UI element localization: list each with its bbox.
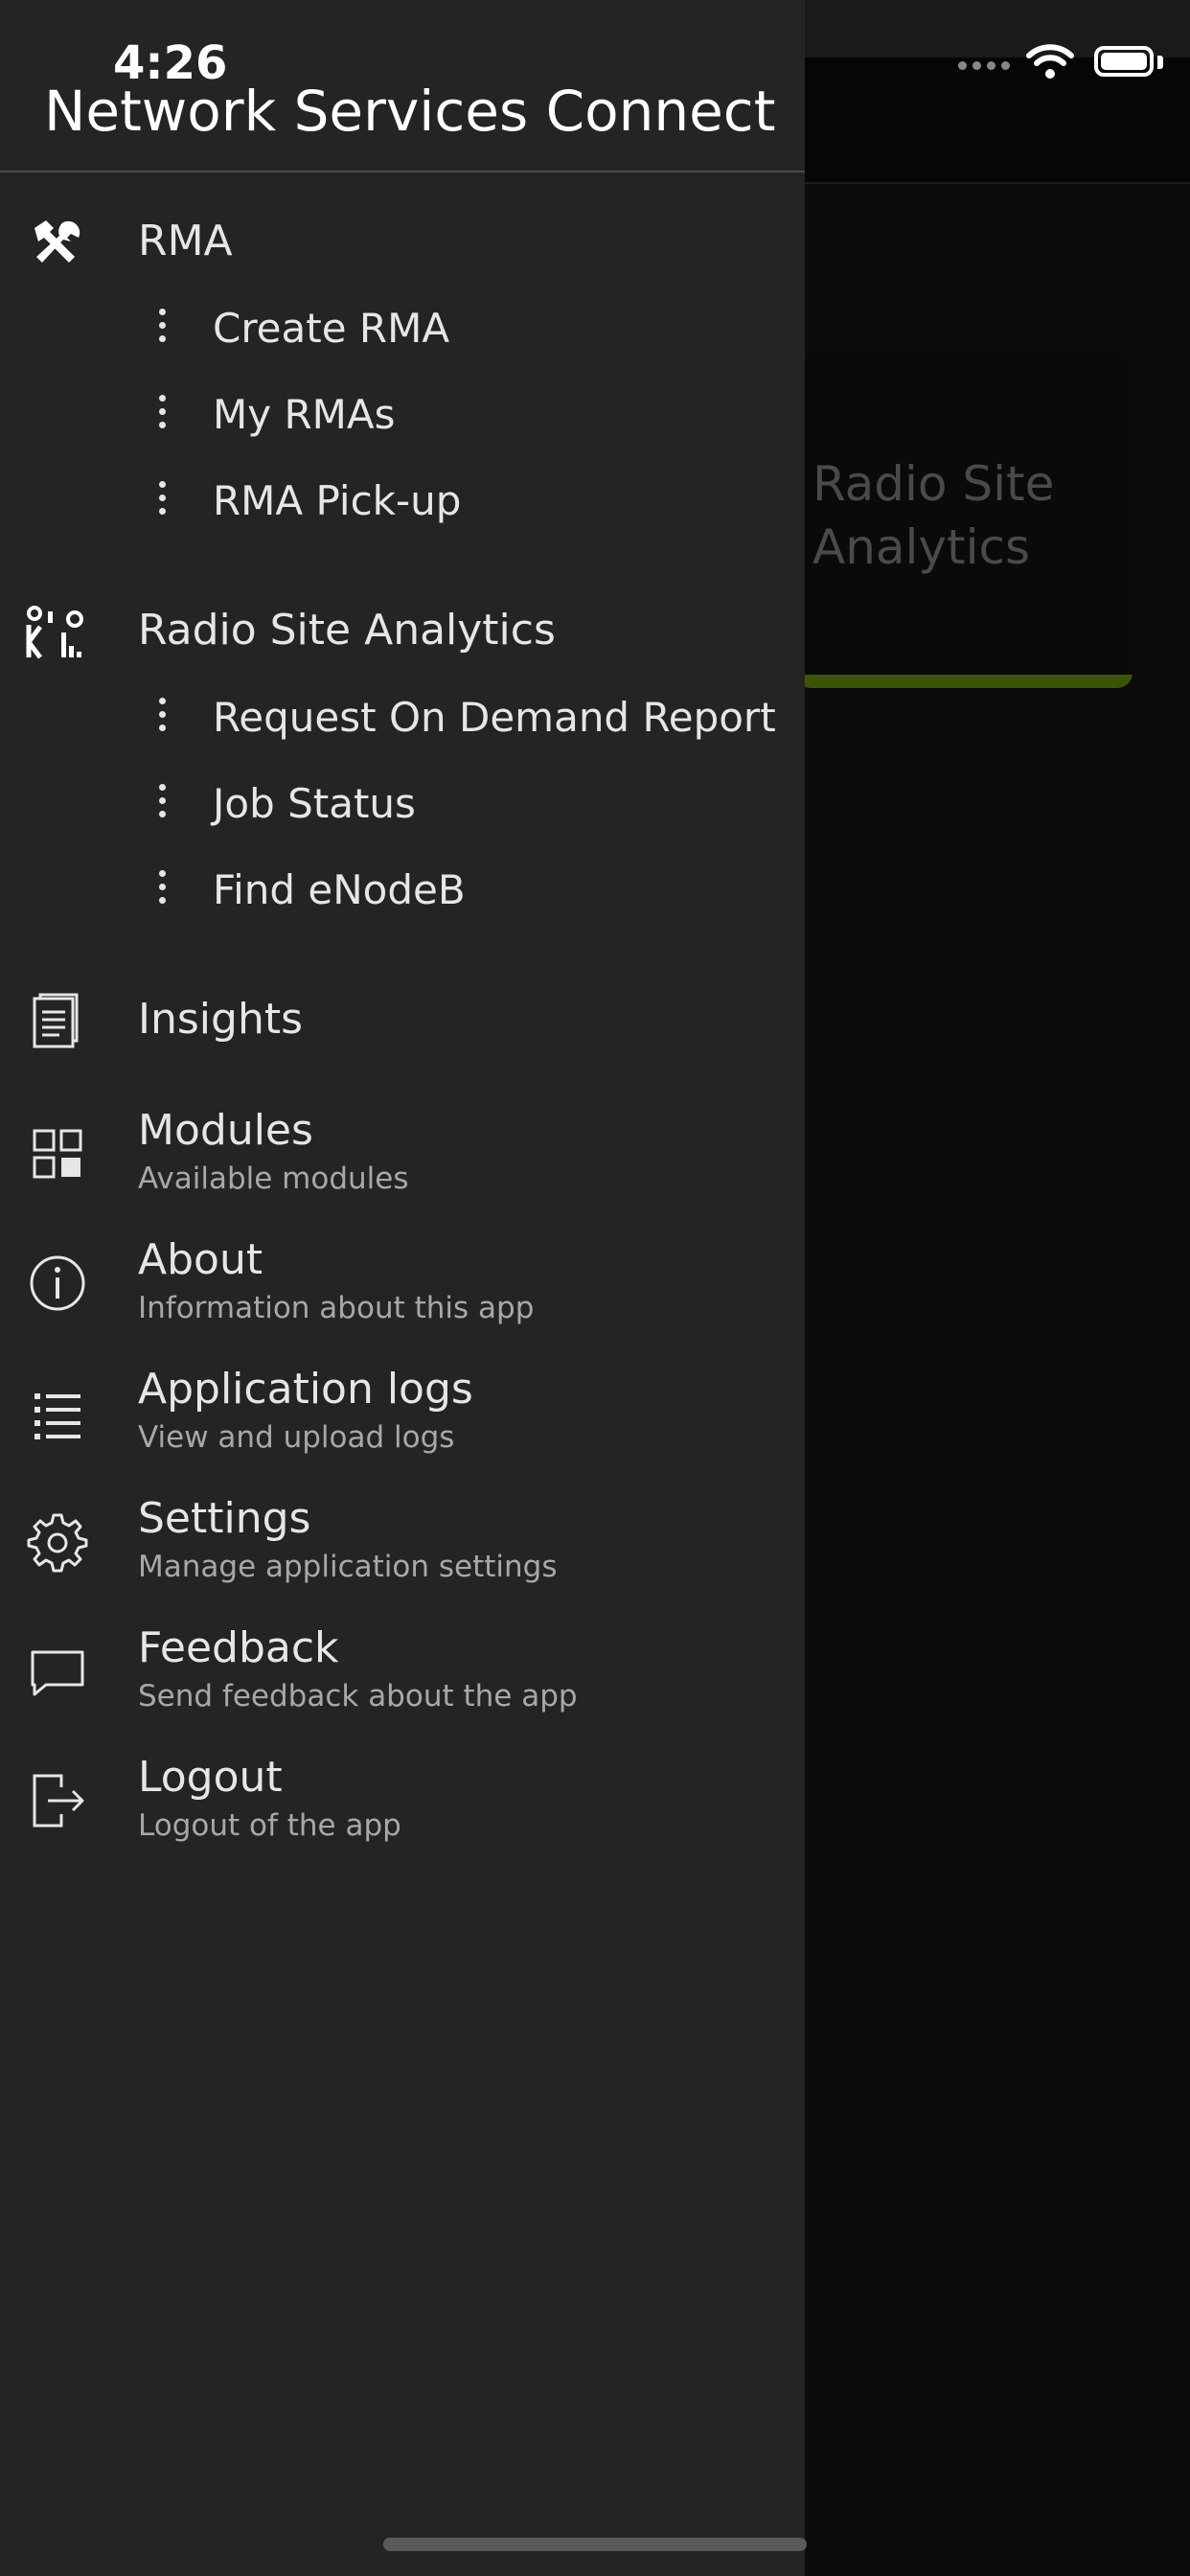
modules-title: Modules: [138, 1106, 313, 1155]
menu-item-job-status[interactable]: Job Status: [0, 772, 805, 859]
feedback-title: Feedback: [138, 1623, 339, 1672]
battery-icon: [1094, 46, 1154, 77]
home-indicator[interactable]: [383, 2538, 807, 2551]
menu-item-modules[interactable]: Modules Available modules: [0, 1100, 805, 1215]
feedback-subtitle: Send feedback about the app: [138, 1679, 578, 1714]
settings-subtitle: Manage application settings: [138, 1550, 558, 1584]
radio-site-analytics-section: Radio Site Analytics Request On Demand R…: [0, 581, 805, 945]
more-vertical-icon: [157, 870, 167, 908]
list-icon: [34, 1393, 80, 1439]
modules-grid-icon: [33, 1129, 82, 1179]
menu-item-feedback[interactable]: Feedback Send feedback about the app: [0, 1618, 805, 1733]
menu-item-create-rma[interactable]: Create RMA: [0, 297, 805, 383]
create-rma-label: Create RMA: [213, 305, 450, 352]
menu-item-logout[interactable]: Logout Logout of the app: [0, 1747, 805, 1862]
card-label: Radio Site Analytics: [812, 456, 1055, 575]
menu-item-find-enodeb[interactable]: Find eNodeB: [0, 859, 805, 945]
battery-tip: [1157, 56, 1163, 69]
chat-icon: [31, 1650, 84, 1696]
logout-title: Logout: [138, 1753, 283, 1802]
gear-icon: [27, 1513, 88, 1573]
status-time: 4:26: [113, 36, 228, 90]
logs-subtitle: View and upload logs: [138, 1420, 455, 1455]
logs-title: Application logs: [138, 1365, 473, 1414]
tools-icon: [34, 220, 80, 263]
about-title: About: [138, 1235, 263, 1284]
info-icon: [30, 1255, 85, 1311]
request-report-label: Request On Demand Report: [213, 694, 776, 741]
radio-site-analytics-label: Radio Site Analytics: [138, 606, 556, 655]
rma-section: RMA Create RMA My RMAs RMA Pick-up: [0, 192, 805, 556]
card-accent-bar: [795, 675, 1133, 688]
modules-subtitle: Available modules: [138, 1162, 409, 1196]
menu-item-insights[interactable]: Insights: [0, 970, 805, 1085]
more-vertical-icon: [157, 698, 167, 736]
about-subtitle: Information about this app: [138, 1291, 535, 1325]
status-icons: [903, 42, 1190, 80]
menu-item-radio-site-analytics[interactable]: Radio Site Analytics: [0, 581, 805, 686]
rma-label: RMA: [138, 217, 233, 265]
more-vertical-icon: [157, 309, 167, 347]
logout-subtitle: Logout of the app: [138, 1808, 401, 1843]
more-vertical-icon: [157, 481, 167, 519]
menu-item-application-logs[interactable]: Application logs View and upload logs: [0, 1359, 805, 1474]
logout-icon: [33, 1774, 84, 1828]
rma-pickup-label: RMA Pick-up: [213, 477, 462, 524]
insights-label: Insights: [138, 995, 304, 1044]
more-vertical-icon: [157, 784, 167, 822]
more-vertical-icon: [157, 395, 167, 433]
document-icon: [33, 993, 79, 1048]
job-status-label: Job Status: [213, 780, 416, 827]
menu-item-request-on-demand-report[interactable]: Request On Demand Report: [0, 686, 805, 772]
find-enodeb-label: Find eNodeB: [213, 866, 466, 913]
radio-site-analytics-card[interactable]: Radio Site Analytics: [795, 353, 1133, 688]
wifi-icon: [1026, 44, 1074, 79]
navigation-drawer: Network Services Connect RMA Create RMA …: [0, 0, 805, 2576]
menu-item-rma-pickup[interactable]: RMA Pick-up: [0, 470, 805, 556]
menu-item-my-rmas[interactable]: My RMAs: [0, 383, 805, 470]
menu-item-about[interactable]: About Information about this app: [0, 1230, 805, 1345]
settings-title: Settings: [138, 1494, 311, 1543]
menu-item-rma[interactable]: RMA: [0, 192, 805, 297]
cellular-signal-icon: [958, 61, 1012, 70]
menu-item-settings[interactable]: Settings Manage application settings: [0, 1488, 805, 1603]
site-analytics-icon: [26, 606, 83, 659]
my-rmas-label: My RMAs: [213, 391, 396, 438]
